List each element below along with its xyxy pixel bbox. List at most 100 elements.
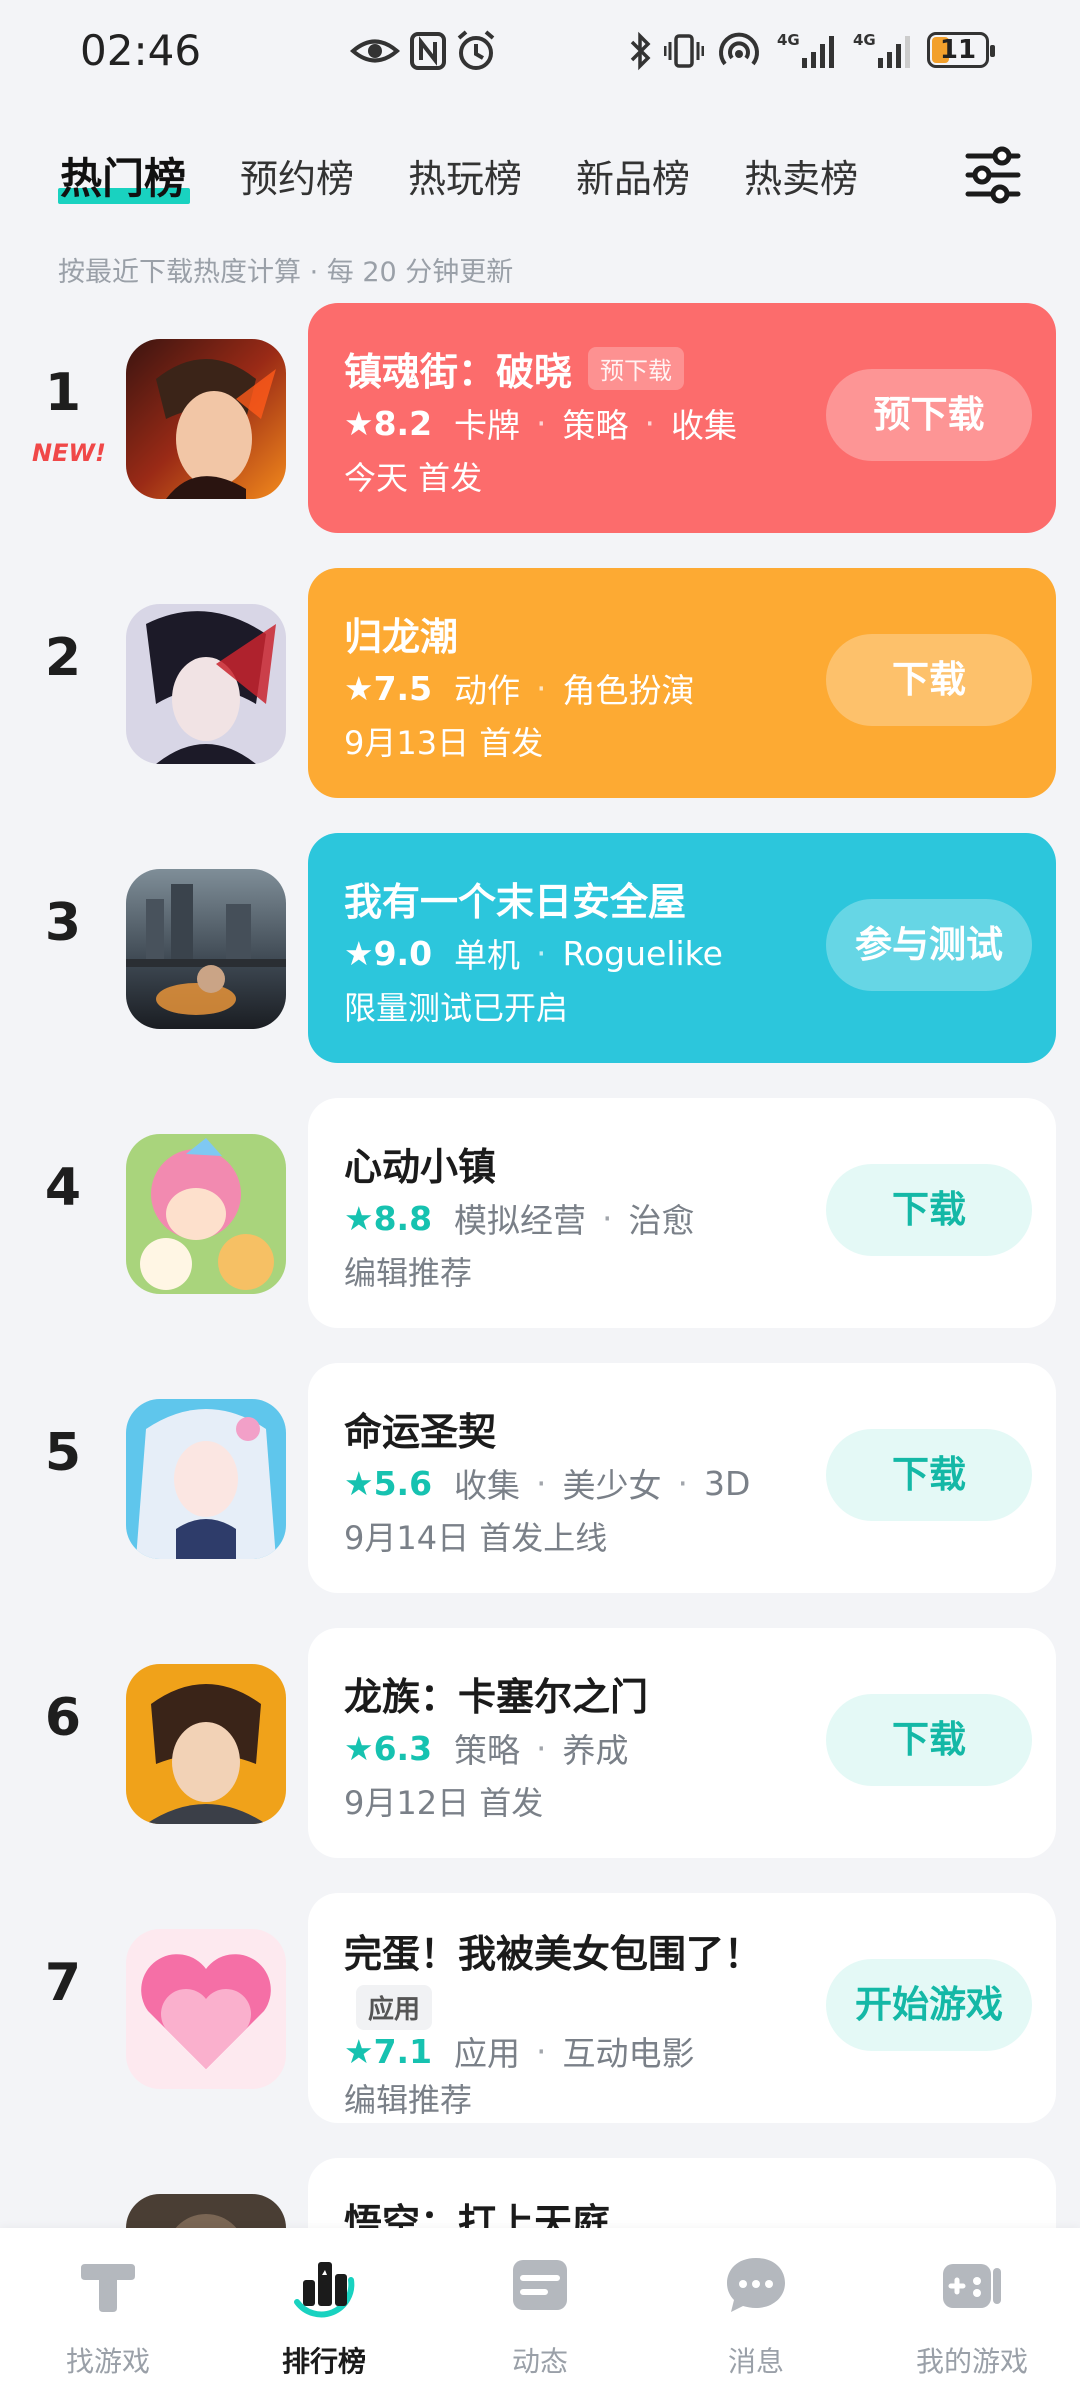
game-card[interactable]: 镇魂街：破晓 预下载 ★8.2 卡牌 · 策略 · 收集 今天 首发 预下载 — [308, 303, 1056, 533]
tab-reserve[interactable]: 预约榜 — [240, 148, 354, 203]
find-games-icon — [81, 2264, 135, 2312]
game-tag: 收集 — [671, 406, 738, 445]
tab-label: 热门榜 — [60, 153, 187, 203]
tab-bestseller[interactable]: 热卖榜 — [744, 148, 858, 203]
game-tag: 策略 — [562, 406, 629, 445]
game-tag: 动作 — [454, 671, 521, 710]
game-icon[interactable] — [126, 1929, 286, 2089]
game-release-info: 限量测试已开启 — [344, 989, 569, 1027]
nav-my-games[interactable]: 我的游戏 — [864, 2228, 1080, 2390]
nav-label: 找游戏 — [65, 2345, 150, 2378]
download-button[interactable]: 下载 — [826, 1429, 1032, 1521]
game-tag: 美少女 — [562, 1466, 662, 1505]
nav-label: 动态 — [511, 2345, 568, 2378]
game-card[interactable]: 我有一个末日安全屋 ★9.0 单机 · Roguelike 限量测试已开启 参与测… — [308, 833, 1056, 1063]
svg-text:4G: 4G — [853, 31, 876, 49]
list-item[interactable]: 7 完蛋！我被美女包围了！ 应用 ★7.1 应用 · 互动电影 编辑推荐 开始游戏 — [0, 1893, 1080, 2123]
game-card[interactable]: 心动小镇 ★8.8 模拟经营 · 治愈 编辑推荐 下载 — [308, 1098, 1056, 1328]
game-tag: 模拟经营 — [454, 1201, 587, 1240]
game-score: ★9.0 — [344, 933, 433, 973]
game-score: ★7.1 — [344, 2031, 433, 2071]
game-score: ★6.3 — [344, 1728, 433, 1768]
game-tag: 应用 — [454, 2034, 521, 2073]
tab-hot-play[interactable]: 热玩榜 — [408, 148, 522, 203]
nfc-icon — [410, 32, 446, 70]
list-item[interactable]: 3 我有一个末日安全屋 ★9.0 单机 · Roguelike 限量测试已开启 参… — [0, 833, 1080, 1063]
game-title: 我有一个末日安全屋 — [344, 880, 687, 924]
rank-number: 7 — [44, 1953, 82, 2013]
list-item[interactable]: 4 心动小镇 ★8.8 模拟经营 · 治愈 编辑推荐 下载 — [0, 1098, 1080, 1328]
game-card[interactable]: 完蛋！我被美女包围了！ 应用 ★7.1 应用 · 互动电影 编辑推荐 开始游戏 — [308, 1893, 1056, 2123]
game-release-info: 9月13日 首发 — [344, 724, 544, 762]
game-tag: 互动电影 — [562, 2034, 695, 2073]
bottom-navigation: 找游戏 排行榜 动态 消息 我的游戏 — [0, 2228, 1080, 2390]
game-title: 龙族：卡塞尔之门 — [344, 1675, 649, 1719]
game-meta: ★7.5 动作 · 角色扮演 — [344, 664, 695, 712]
game-score: ★8.2 — [344, 403, 433, 443]
list-item[interactable]: 5 命运圣契 ★5.6 收集 · 美少女 · 3D 9月14日 首发上线 下载 — [0, 1363, 1080, 1593]
game-score: ★5.6 — [344, 1463, 433, 1503]
bluetooth-icon — [630, 31, 651, 71]
nav-find-games[interactable]: 找游戏 — [0, 2228, 216, 2390]
game-tag: 3D — [704, 1463, 751, 1503]
join-test-button[interactable]: 参与测试 — [826, 899, 1032, 991]
list-item[interactable]: 2 归龙潮 ★7.5 动作 · 角色扮演 9月13日 首发 下载 — [0, 568, 1080, 798]
rankings-icon — [294, 2262, 355, 2318]
ranking-note: 按最近下载热度计算 · 每 20 分钟更新 — [58, 257, 514, 288]
signal-4g-icon-2: 4G — [853, 31, 910, 68]
feed-icon — [513, 2260, 567, 2310]
svg-text:4G: 4G — [777, 31, 800, 49]
rank-number: 5 — [44, 1423, 82, 1483]
game-title: 心动小镇 — [344, 1145, 497, 1189]
game-card[interactable]: 命运圣契 ★5.6 收集 · 美少女 · 3D 9月14日 首发上线 下载 — [308, 1363, 1056, 1593]
signal-4g-icon: 4G — [777, 31, 834, 68]
download-button[interactable]: 下载 — [826, 634, 1032, 726]
nav-label: 消息 — [727, 2345, 784, 2378]
game-meta: ★9.0 单机 · Roguelike — [344, 929, 723, 977]
gamepad-icon — [943, 2264, 1001, 2308]
start-game-button[interactable]: 开始游戏 — [826, 1959, 1032, 2051]
nav-label: 排行榜 — [281, 2345, 366, 2378]
game-card[interactable]: 龙族：卡塞尔之门 ★6.3 策略 · 养成 9月12日 首发 下载 — [308, 1628, 1056, 1858]
game-meta: ★8.2 卡牌 · 策略 · 收集 — [344, 399, 737, 447]
game-card[interactable]: 归龙潮 ★7.5 动作 · 角色扮演 9月13日 首发 下载 — [308, 568, 1056, 798]
game-tag: 角色扮演 — [562, 671, 695, 710]
game-icon[interactable] — [126, 1399, 286, 1559]
filter-settings-icon[interactable] — [960, 142, 1026, 208]
nav-messages[interactable]: 消息 — [648, 2228, 864, 2390]
list-item[interactable]: 1 NEW! 镇魂街：破晓 预下载 ★8.2 卡牌 · 策略 · 收集 今天 首发 预… — [0, 303, 1080, 533]
alarm-icon — [457, 30, 495, 70]
nav-rankings[interactable]: 排行榜 — [216, 2228, 432, 2390]
status-bar: 02:46 4G 4G 11 — [0, 0, 1080, 100]
game-release-info: 9月14日 首发上线 — [344, 1519, 608, 1557]
game-title: 归龙潮 — [344, 615, 459, 659]
nav-feed[interactable]: 动态 — [432, 2228, 648, 2390]
game-release-info: 编辑推荐 — [344, 1254, 473, 1292]
download-button[interactable]: 下载 — [826, 1164, 1032, 1256]
game-tag: 策略 — [454, 1731, 521, 1770]
hotspot-icon — [719, 32, 759, 66]
nav-label: 我的游戏 — [915, 2345, 1028, 2378]
game-icon[interactable] — [126, 339, 286, 499]
rank-number: 3 — [44, 893, 82, 953]
rank-number: 4 — [44, 1158, 82, 1218]
game-icon[interactable] — [126, 604, 286, 764]
rank-number: 6 — [44, 1688, 82, 1748]
download-button[interactable]: 下载 — [826, 1694, 1032, 1786]
game-release-info: 今天 首发 — [344, 459, 483, 497]
rank-number: 2 — [44, 628, 82, 688]
pre-download-button[interactable]: 预下载 — [826, 369, 1032, 461]
tab-hot[interactable]: 热门榜 — [58, 145, 191, 206]
game-tag: 单机 — [454, 936, 521, 975]
chat-bubble-icon — [727, 2258, 785, 2312]
game-title: 命运圣契 — [344, 1410, 497, 1454]
tab-new[interactable]: 新品榜 — [576, 148, 690, 203]
game-icon[interactable] — [126, 1134, 286, 1294]
game-release-info: 9月12日 首发 — [344, 1784, 544, 1822]
game-release-info: 编辑推荐 — [344, 2081, 473, 2119]
list-item[interactable]: 6 龙族：卡塞尔之门 ★6.3 策略 · 养成 9月12日 首发 下载 — [0, 1628, 1080, 1858]
game-meta: ★7.1 应用 · 互动电影 — [344, 2027, 695, 2075]
game-icon[interactable] — [126, 869, 286, 1029]
game-icon[interactable] — [126, 1664, 286, 1824]
game-score: ★8.8 — [344, 1198, 433, 1238]
